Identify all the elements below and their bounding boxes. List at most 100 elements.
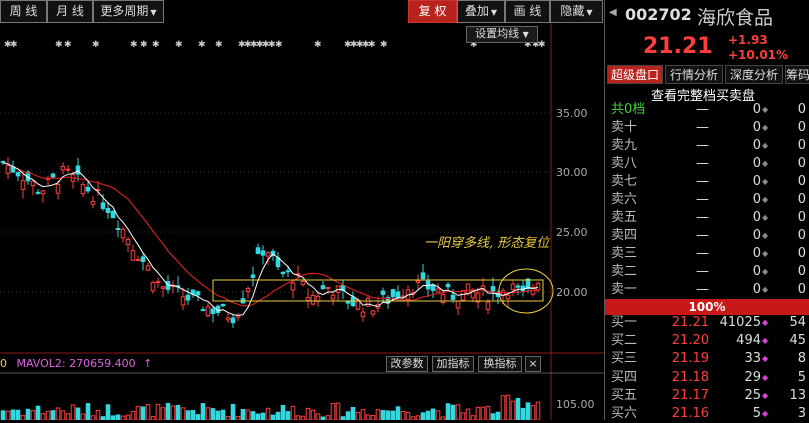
close-indicator-button[interactable]: ×: [525, 356, 541, 372]
row-label: 卖二: [611, 264, 638, 279]
ask-row[interactable]: 卖二 —0 ◆ 0: [609, 263, 807, 281]
bid-row[interactable]: 买二 21.20 494 ◆ 45: [609, 332, 807, 350]
volume-bar: [65, 413, 71, 420]
tab-super-orderbook[interactable]: 超级盘口: [607, 65, 663, 84]
ask-row[interactable]: 卖四 —0 ◆ 0: [609, 227, 807, 245]
event-star-icon[interactable]: ✱: [130, 40, 138, 50]
volume-bar: [160, 407, 166, 420]
bid-row[interactable]: 买四 21.18 29 ◆ 5: [609, 369, 807, 387]
ask-row[interactable]: 卖三 —0 ◆ 0: [609, 245, 807, 263]
volume-bar: [50, 410, 56, 420]
chevron-down-icon: ▼: [150, 8, 157, 17]
row-price: —: [696, 228, 709, 243]
volume-bar: [425, 410, 431, 420]
ask-row[interactable]: 卖九 —0 ◆ 0: [609, 137, 807, 155]
row-count: 0: [797, 156, 806, 171]
volume-bar: [100, 416, 106, 420]
candle-body: [460, 290, 466, 301]
volume-bar: [180, 407, 186, 420]
candle-body: [40, 190, 46, 195]
row-label: 买一: [611, 315, 638, 330]
tab-market-analysis[interactable]: 行情分析: [665, 65, 723, 84]
event-star-icon[interactable]: ✱: [175, 40, 183, 50]
volume-bar: [315, 413, 321, 420]
volume-bar: [325, 415, 331, 420]
row-volume: 0: [752, 228, 761, 243]
panel-toggle-icon[interactable]: ◀: [609, 7, 617, 18]
event-star-icon[interactable]: ✱: [10, 40, 18, 50]
volume-bar: [75, 407, 81, 420]
candle-body: [15, 172, 21, 177]
set-ma-button[interactable]: 设置均线 ▼: [466, 26, 538, 43]
ask-row[interactable]: 卖七 —0 ◆ 0: [609, 173, 807, 191]
tab-deep-analysis[interactable]: 深度分析: [725, 65, 783, 84]
tb-draw-button[interactable]: 画 线: [505, 0, 550, 23]
candle-body: [150, 282, 156, 292]
event-star-icon[interactable]: ✱: [140, 40, 148, 50]
event-star-icon[interactable]: ✱: [152, 40, 160, 50]
ask-row[interactable]: 卖十 —0 ◆ 0: [609, 119, 807, 137]
volume-bar: [460, 412, 466, 420]
ask-total-row[interactable]: 共0档 —0 ◆ 0: [609, 101, 807, 119]
row-volume: 0: [752, 174, 761, 189]
row-label: 卖十: [611, 120, 638, 135]
candle-body: [120, 228, 126, 239]
ask-row[interactable]: 卖一 —0 ◆ 0: [609, 281, 807, 299]
volume-bar: [185, 410, 191, 420]
volume-bar: [365, 414, 371, 420]
tb-restore-rights-button[interactable]: 复 权: [408, 0, 457, 23]
volume-bar: [45, 410, 51, 420]
ask-row[interactable]: 卖六 —0 ◆ 0: [609, 191, 807, 209]
bid-row[interactable]: 买六 21.16 5 ◆ 3: [609, 405, 807, 423]
row-price: 21.16: [671, 406, 709, 421]
row-count: 45: [789, 333, 806, 349]
event-star-icon[interactable]: ✱: [64, 40, 72, 50]
modify-params-button[interactable]: 改参数: [386, 356, 428, 372]
tb-hide-button[interactable]: 隐藏 ▼: [550, 0, 603, 23]
switch-indicator-button[interactable]: 换指标: [478, 356, 522, 372]
tb-overlay-button[interactable]: 叠加 ▼: [457, 0, 505, 23]
add-indicator-button[interactable]: 加指标: [432, 356, 474, 372]
candle-body: [250, 274, 256, 278]
volume-bar: [445, 403, 451, 420]
event-star-icon[interactable]: ✱: [55, 40, 63, 50]
candle-body: [205, 306, 211, 317]
volume-bar: [15, 409, 21, 420]
row-volume: 25: [744, 387, 761, 403]
tb-month-button[interactable]: 月 线: [47, 0, 93, 23]
volume-bar: [520, 407, 526, 420]
tab-chips[interactable]: 筹码: [785, 65, 809, 84]
ask-row[interactable]: 卖五 —0 ◆ 0: [609, 209, 807, 227]
pink-dot-icon: ◆: [762, 409, 769, 418]
candle-body: [535, 282, 541, 291]
volume-bar: [25, 408, 31, 420]
chart-grid: [0, 112, 550, 293]
tb-week-button[interactable]: 周 线: [0, 0, 47, 23]
event-star-icon[interactable]: ✱: [538, 40, 546, 50]
ask-row[interactable]: 卖八 —0 ◆ 0: [609, 155, 807, 173]
volume-bar: [350, 406, 356, 420]
bid-row[interactable]: 买三 21.19 33 ◆ 8: [609, 350, 807, 368]
event-star-icon[interactable]: ✱: [314, 40, 322, 50]
candle-body: [130, 250, 136, 261]
volume-bar: [140, 406, 146, 420]
tb-more-periods-button[interactable]: 更多周期 ▼: [93, 0, 164, 23]
row-volume: 0: [752, 192, 761, 207]
volume-bar: [40, 413, 46, 420]
stock-change-pct: +10.01%: [728, 48, 789, 62]
event-star-icon[interactable]: ✱: [215, 40, 223, 50]
candle-body: [505, 294, 511, 300]
event-star-icon[interactable]: ✱: [92, 40, 100, 50]
candle-body: [55, 184, 61, 194]
event-star-icon[interactable]: ✱: [380, 40, 388, 50]
pink-dot-icon: ◆: [762, 390, 769, 400]
event-star-icon[interactable]: ✱: [275, 40, 283, 50]
candle-body: [35, 191, 41, 194]
volume-bar: [305, 407, 311, 420]
bid-row[interactable]: 买五 21.17 25 ◆ 13: [609, 387, 807, 405]
event-star-icon[interactable]: ✱: [368, 40, 376, 50]
event-star-icon[interactable]: ✱: [198, 40, 206, 50]
row-count: 13: [789, 387, 806, 403]
event-markers: ✱✱ ✱ ✱ ✱ ✱ ✱ ✱ ✱ ✱ ✱ ✱✱✱✱✱✱ ✱ ✱ ✱✱✱✱✱ ✱ ✱ ✱ ✱✱: [4, 40, 546, 50]
bid-row[interactable]: 买一 21.21 41025 ◆ 54: [609, 314, 807, 332]
